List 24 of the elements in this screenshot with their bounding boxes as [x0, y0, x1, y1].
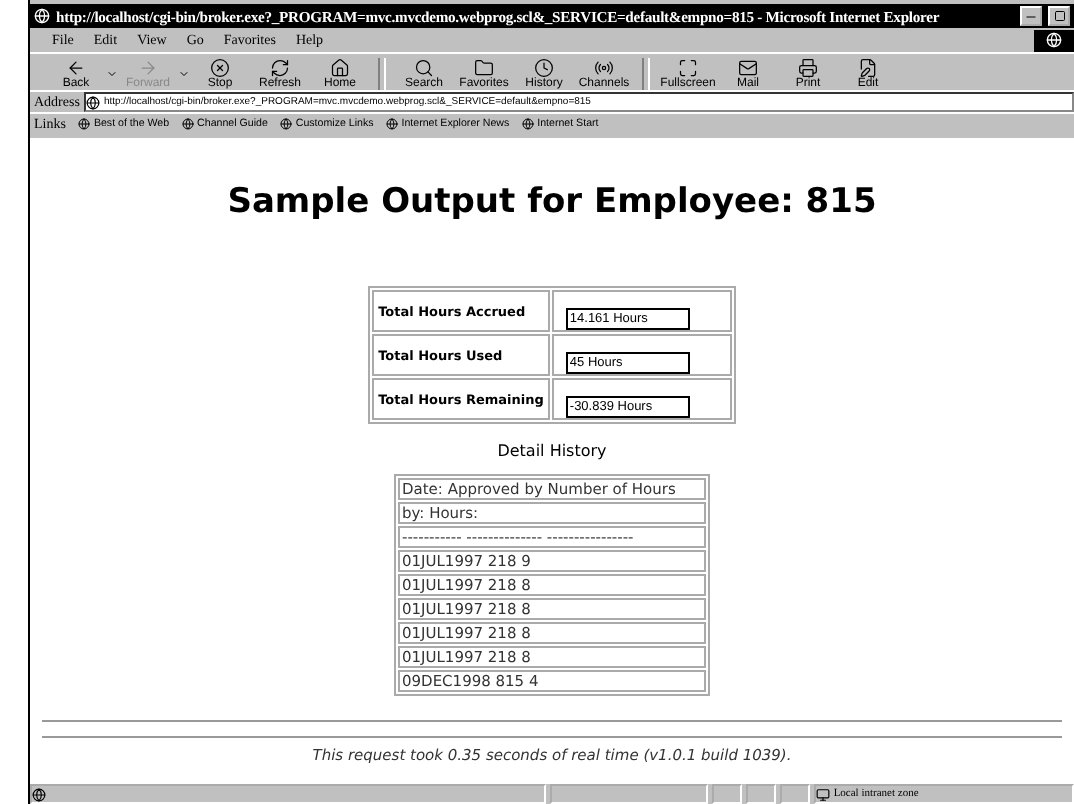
back-icon [66, 58, 86, 78]
edit-icon [858, 58, 878, 78]
mail-icon [738, 58, 758, 78]
folder-icon [474, 58, 494, 78]
page-icon [181, 118, 194, 130]
page-icon [521, 118, 534, 130]
printer-icon [798, 58, 818, 78]
browser-icon [34, 8, 50, 24]
forward-icon [138, 58, 158, 78]
stop-icon [210, 58, 230, 78]
search-icon [414, 58, 434, 78]
home-icon [330, 58, 350, 78]
clock-icon [534, 58, 554, 78]
maximize-icon [1053, 10, 1065, 22]
page-icon [279, 118, 292, 130]
page-heading: Sample Output for Employee: 815 [227, 182, 877, 222]
page-icon [385, 118, 398, 130]
section-title: Detail History [497, 442, 607, 460]
refresh-icon [270, 58, 290, 78]
antenna-icon [594, 58, 614, 78]
minimize-button[interactable] [1020, 6, 1042, 26]
page-icon [85, 95, 100, 109]
maximize-button[interactable] [1048, 6, 1070, 26]
page-icon [77, 118, 90, 130]
